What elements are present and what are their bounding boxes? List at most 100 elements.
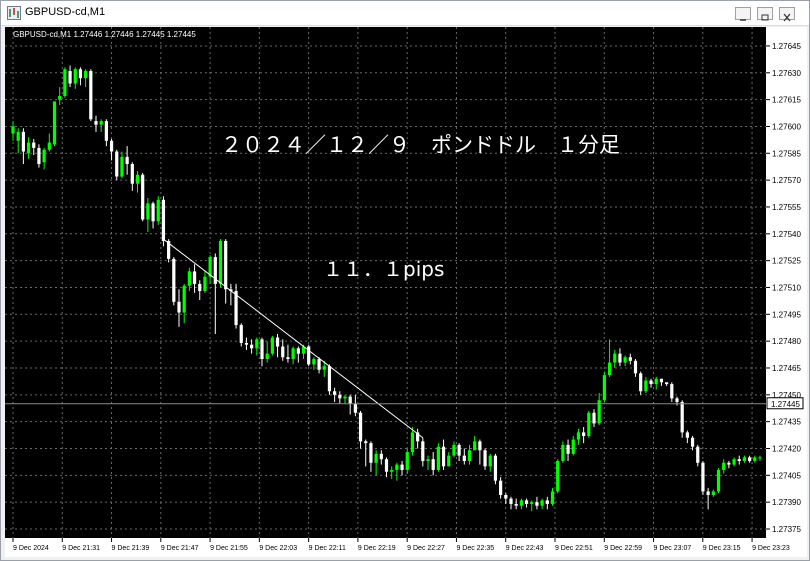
bear-candle bbox=[192, 271, 197, 284]
bear-candle bbox=[224, 240, 228, 290]
chart-window: GBPUSD-cd,M1 1.27445 1.27645 1.27630 1.276… bbox=[0, 0, 810, 561]
bear-candle bbox=[109, 140, 114, 152]
bull-candle bbox=[426, 459, 430, 462]
y-tick-label: 1.27585 bbox=[772, 149, 801, 158]
y-tick-label: 1.27510 bbox=[772, 283, 801, 292]
bear-candle bbox=[89, 70, 93, 120]
bear-candle bbox=[633, 360, 638, 374]
bear-candle bbox=[628, 357, 632, 361]
x-tick-label: 9 Dec 22:27 bbox=[407, 545, 445, 552]
bear-candle bbox=[421, 441, 425, 462]
bull-candle bbox=[11, 126, 15, 134]
bear-candle bbox=[462, 455, 466, 462]
bear-candle bbox=[566, 444, 570, 454]
x-tick-label: 9 Dec 22:43 bbox=[506, 545, 544, 552]
bear-candle bbox=[582, 432, 586, 436]
bull-candle bbox=[644, 380, 648, 392]
x-tick-label: 9 Dec 22:35 bbox=[456, 545, 494, 552]
bear-candle bbox=[690, 437, 695, 447]
bear-candle bbox=[21, 131, 25, 152]
y-tick-label: 1.27450 bbox=[772, 391, 801, 400]
close-button[interactable] bbox=[779, 7, 795, 22]
bull-candle bbox=[390, 469, 394, 472]
bear-candle bbox=[400, 464, 404, 470]
bear-candle bbox=[358, 412, 363, 442]
bull-candle bbox=[120, 156, 124, 177]
bull-candle bbox=[711, 491, 715, 496]
x-tick-label: 9 Dec 21:39 bbox=[112, 545, 150, 552]
bull-candle bbox=[405, 452, 409, 470]
bear-candle bbox=[737, 459, 741, 462]
bull-candle bbox=[447, 455, 451, 467]
bull-candle bbox=[203, 276, 207, 292]
bear-candle bbox=[348, 396, 352, 404]
title-bar[interactable]: GBPUSD-cd,M1 bbox=[1, 1, 809, 26]
bull-candle bbox=[436, 446, 440, 470]
x-tick-label: 9 Dec 22:11 bbox=[309, 545, 346, 552]
candlestick-chart[interactable]: 1.27445 1.27645 1.27630 1.27615 1.27600 1.27… bbox=[5, 27, 807, 557]
bull-candle bbox=[623, 357, 627, 363]
bear-candle bbox=[32, 142, 36, 148]
y-tick-label: 1.27495 bbox=[772, 310, 801, 319]
bull-candle bbox=[722, 462, 726, 470]
current-price-label: 1.27445 bbox=[771, 400, 800, 409]
bull-candle bbox=[753, 457, 757, 462]
bear-candle bbox=[478, 441, 482, 451]
bull-candle bbox=[540, 500, 544, 506]
bear-candle bbox=[353, 403, 357, 413]
bull-candle bbox=[395, 464, 399, 470]
bear-candle bbox=[286, 357, 290, 360]
bear-candle bbox=[296, 348, 300, 354]
y-tick-label: 1.27645 bbox=[772, 42, 801, 51]
bear-candle bbox=[327, 366, 332, 392]
bull-candle bbox=[374, 453, 378, 463]
bull-candle bbox=[732, 459, 736, 465]
bear-candle bbox=[670, 384, 674, 399]
bull-candle bbox=[561, 444, 565, 462]
minimize-icon bbox=[740, 19, 746, 21]
x-tick-label: 9 Dec 22:03 bbox=[259, 545, 297, 552]
y-tick-label: 1.27630 bbox=[772, 69, 801, 78]
bear-candle bbox=[499, 480, 503, 496]
bear-candle bbox=[659, 378, 664, 383]
bear-candle bbox=[161, 199, 166, 241]
chart-app-icon bbox=[7, 6, 21, 20]
bull-candle bbox=[312, 359, 316, 365]
bull-candle bbox=[488, 455, 492, 467]
bull-candle bbox=[654, 378, 658, 385]
bull-candle bbox=[291, 348, 295, 360]
bull-candle bbox=[716, 469, 721, 492]
close-icon bbox=[783, 13, 791, 22]
bear-candle bbox=[493, 455, 498, 481]
bear-candle bbox=[198, 283, 202, 292]
bull-candle bbox=[571, 439, 575, 454]
bear-candle bbox=[504, 495, 508, 499]
bull-candle bbox=[758, 457, 762, 459]
bull-candle bbox=[576, 432, 581, 440]
y-tick-label: 1.27405 bbox=[772, 471, 801, 480]
x-tick-label: 9 Dec 21:31 bbox=[62, 545, 100, 552]
bear-candle bbox=[748, 457, 752, 462]
minimize-button[interactable] bbox=[735, 7, 751, 21]
y-tick-label: 1.27480 bbox=[772, 337, 801, 346]
x-tick-label: 9 Dec 23:23 bbox=[752, 545, 790, 552]
bull-candle bbox=[58, 96, 62, 100]
bear-candle bbox=[701, 462, 705, 492]
bear-candle bbox=[680, 401, 684, 433]
y-tick-label: 1.27435 bbox=[772, 418, 801, 427]
bear-candle bbox=[431, 459, 435, 470]
bull-candle bbox=[519, 500, 523, 506]
maximize-button[interactable] bbox=[757, 7, 773, 21]
bull-candle bbox=[135, 174, 140, 184]
bear-candle bbox=[151, 203, 155, 222]
bull-candle bbox=[556, 461, 560, 492]
bull-candle bbox=[156, 199, 160, 222]
bear-candle bbox=[379, 453, 383, 460]
bear-candle bbox=[281, 346, 285, 358]
bull-candle bbox=[265, 353, 269, 360]
bear-candle bbox=[125, 156, 129, 165]
bear-candle bbox=[706, 491, 710, 496]
y-tick-label: 1.27525 bbox=[772, 257, 801, 266]
bull-candle bbox=[613, 353, 617, 363]
bear-candle bbox=[369, 443, 373, 463]
